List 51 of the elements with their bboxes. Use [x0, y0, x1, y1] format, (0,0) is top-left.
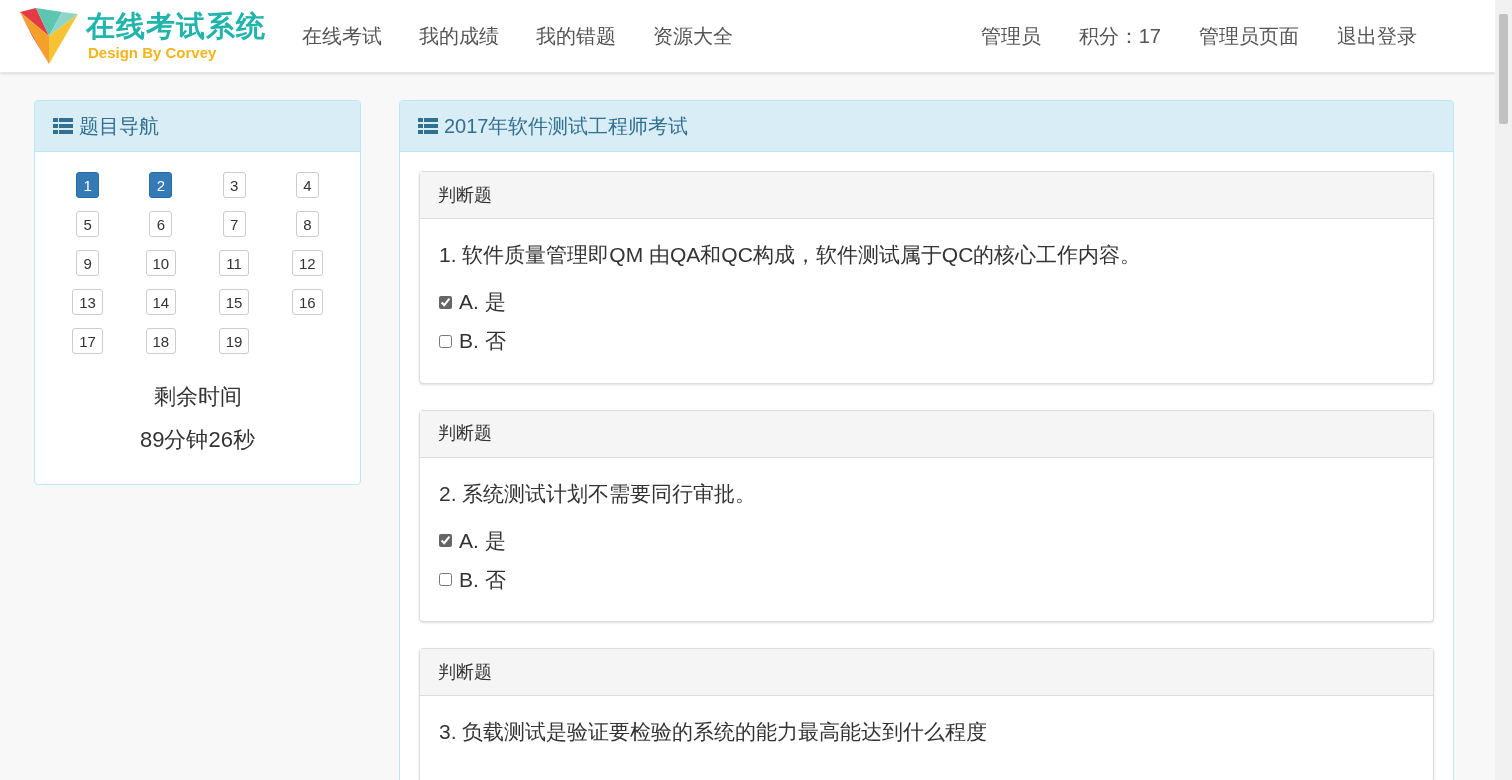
question-type: 判断题 — [438, 183, 492, 207]
question-number-button[interactable]: 16 — [292, 289, 323, 315]
nav-link[interactable]: 我的错题 — [536, 21, 616, 51]
nav-link[interactable]: 在线考试 — [302, 21, 382, 51]
question-number-button[interactable]: 11 — [219, 250, 249, 276]
question-number-button[interactable]: 14 — [145, 289, 177, 315]
question-number-button[interactable]: 2 — [149, 172, 173, 198]
nav-link[interactable]: 退出登录 — [1337, 21, 1417, 51]
nav-link[interactable]: 我的成绩 — [419, 21, 499, 51]
exam-title: 2017年软件测试工程师考试 — [444, 114, 689, 139]
option-label: A. 是 — [459, 289, 506, 316]
nav-link[interactable]: 管理员页面 — [1199, 21, 1299, 51]
question-text: 3. 负载测试是验证要检验的系统的能力最高能达到什么程度 — [439, 719, 989, 745]
logo-title: 在线考试系统 — [86, 12, 266, 41]
option-label: A. 是 — [459, 527, 506, 554]
question-number-button[interactable]: 9 — [76, 250, 100, 276]
nav-link[interactable]: 管理员 — [980, 21, 1041, 51]
question-number-button[interactable]: 1 — [76, 172, 100, 198]
question-number-button[interactable]: 7 — [222, 211, 246, 237]
question-number-button[interactable]: 4 — [295, 172, 319, 198]
question-number-button[interactable]: 15 — [218, 289, 250, 315]
question-text: 1. 软件质量管理即QM 由QA和QC构成，软件测试属于QC的核心工作内容。 — [439, 242, 1143, 268]
question-number-button[interactable]: 18 — [145, 328, 177, 354]
question-number-button[interactable]: 3 — [222, 172, 246, 198]
question-number-button[interactable]: 10 — [145, 250, 177, 276]
question-number-button[interactable]: 5 — [76, 211, 100, 237]
list-icon — [418, 118, 438, 134]
nav-link[interactable]: 积分：17 — [1078, 21, 1161, 51]
checkbox[interactable] — [439, 295, 452, 309]
time-label: 剩余时间 — [153, 383, 242, 411]
question-type: 判断题 — [438, 660, 492, 684]
checkbox[interactable] — [439, 573, 452, 586]
checkbox[interactable] — [439, 534, 452, 547]
question-number-button[interactable]: 6 — [149, 211, 173, 237]
panel-title: 题目导航 — [79, 114, 159, 139]
question-text: 2. 系统测试计划不需要同行审批。 — [439, 480, 758, 507]
nav-link[interactable]: 资源大全 — [653, 21, 733, 51]
question-type: 判断题 — [438, 422, 492, 445]
option-label: B. 否 — [459, 566, 506, 593]
list-icon — [53, 118, 73, 134]
logo-subtitle: Design By Corvey — [88, 45, 218, 60]
question-number-button[interactable]: 13 — [72, 289, 103, 315]
option-label: B. 否 — [459, 328, 506, 355]
logo-icon — [18, 6, 80, 66]
question-number-button[interactable]: 17 — [72, 328, 103, 354]
scrollbar[interactable] — [1495, 0, 1512, 780]
checkbox[interactable] — [439, 334, 452, 348]
question-number-button[interactable]: 12 — [292, 250, 323, 276]
question-number-button[interactable]: 8 — [295, 211, 319, 237]
time-remaining: 89分钟26秒 — [140, 426, 255, 454]
question-number-button[interactable]: 19 — [218, 328, 250, 354]
